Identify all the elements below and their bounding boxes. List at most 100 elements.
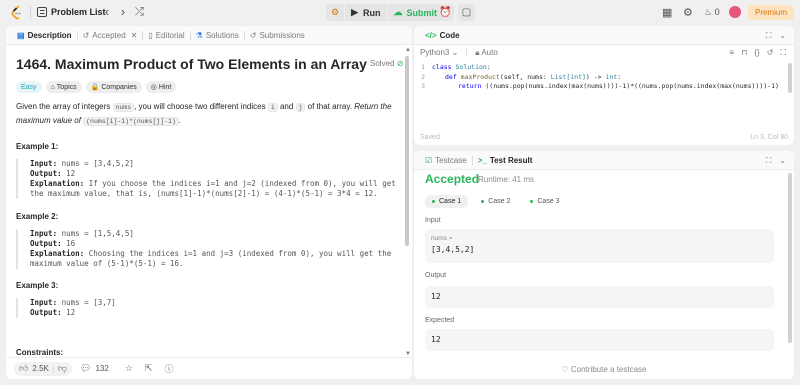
explanation-label: Explanation:	[30, 249, 85, 258]
code-editor[interactable]: 1 class Solution: 2 def maxProduct(self, n…	[414, 63, 786, 92]
problem-chips: Easy ⌂ Topics 🔒 Companies ◎ Hint	[16, 81, 177, 93]
history-icon: ↺	[82, 30, 90, 40]
submit-label: Submit	[406, 7, 438, 18]
document-icon: ▤	[17, 30, 25, 40]
tab-description[interactable]: ▤ Description	[12, 31, 77, 40]
variable-name: nums =	[431, 235, 453, 242]
format-icon[interactable]: ≡	[729, 48, 734, 58]
reset-icon[interactable]: ↺	[767, 48, 774, 58]
language-select[interactable]: Python3 ⌄	[420, 48, 458, 57]
solved-status: Solved ⊘	[370, 59, 403, 68]
scrollbar-thumb[interactable]	[788, 63, 792, 93]
tab-solutions[interactable]: ⚗ Solutions	[191, 31, 244, 40]
example-block: Input: nums = [3,4,5,2] Output: 12 Expla…	[16, 159, 396, 199]
code-function: maxProduct	[460, 72, 500, 81]
tab-editorial[interactable]: ▯ Editorial	[143, 31, 189, 40]
result-tabs: ☑ Testcase >_ Test Result ⛶ ⌄	[414, 151, 794, 170]
code-keyword: return	[458, 82, 482, 90]
chip-label: Topics	[56, 83, 77, 91]
lock-icon: 🔒︎	[475, 47, 480, 57]
difficulty-badge: Easy	[16, 81, 42, 93]
like-group: 👍︎ 2.5K 👎︎	[14, 361, 73, 376]
share-icon[interactable]: ⇱	[145, 363, 153, 374]
tab-testcase[interactable]: ☑ Testcase	[420, 156, 472, 165]
tab-label: Solutions	[205, 30, 239, 40]
problem-description: Given the array of integers nums, you wi…	[16, 100, 396, 128]
scrollbar-thumb[interactable]	[788, 173, 792, 343]
output-label: Output:	[30, 308, 62, 317]
list-icon[interactable]	[37, 7, 47, 17]
braces-icon[interactable]: {}	[754, 48, 759, 58]
bookmark-icon[interactable]: ⊓	[741, 48, 747, 58]
contribute-testcase-link[interactable]: ♡ Contribute a testcase	[414, 365, 794, 374]
debug-bug-icon[interactable]: ⚙	[326, 4, 345, 21]
auto-label: Auto	[481, 47, 498, 57]
contribute-label: Contribute a testcase	[570, 365, 647, 374]
premium-button[interactable]: Premium	[748, 5, 794, 20]
result-panel-actions: ⛶ ⌄	[766, 156, 786, 166]
case-tabs: Case 1 Case 2 Case 3	[425, 195, 567, 208]
tab-test-result[interactable]: >_ Test Result	[473, 156, 538, 165]
tab-submissions[interactable]: ↺ Submissions	[245, 31, 310, 40]
layout-grid-icon[interactable]: ▦	[662, 6, 672, 19]
leetcode-logo-icon[interactable]	[10, 5, 24, 20]
top-bar: Problem List ‹ › ⤮ ⚙ ▶ Run ☁ Submit ⏰ ▢ …	[0, 0, 800, 25]
fullscreen-icon[interactable]: ⛶	[780, 48, 786, 58]
hint-chip[interactable]: ◎ Hint	[145, 81, 177, 93]
code-text: ((nums.pop(nums.index(max(nums))))-1)*((…	[481, 82, 779, 90]
prev-problem-icon[interactable]: ‹	[101, 5, 113, 19]
tab-accepted[interactable]: ↺ Accepted ✕	[78, 31, 143, 40]
output-value: 12	[425, 286, 774, 308]
scrollbar-thumb[interactable]	[405, 56, 409, 246]
scroll-up-icon[interactable]: ▲	[405, 47, 411, 53]
help-icon[interactable]: ⓘ	[164, 362, 173, 375]
code-keyword: class	[432, 63, 452, 71]
case-tab-3[interactable]: Case 3	[523, 195, 566, 208]
left-tabs: ▤ Description ↺ Accepted ✕ ▯ Editorial ⚗…	[6, 26, 412, 45]
input-label: Input:	[30, 229, 58, 238]
topics-chip[interactable]: ⌂ Topics	[45, 81, 82, 93]
editor-toolbar: Python3 ⌄ 🔒︎ Auto ≡ ⊓ {} ↺ ⛶	[414, 45, 794, 60]
input-label: Input	[425, 217, 441, 224]
output-label: Output	[425, 272, 447, 279]
editor-actions: ≡ ⊓ {} ↺ ⛶	[729, 48, 786, 58]
input-box: nums = [3,4,5,2]	[425, 229, 774, 263]
alarm-clock-icon[interactable]: ⏰	[437, 4, 454, 21]
close-icon[interactable]: ✕	[131, 31, 138, 40]
output-label: Output:	[30, 239, 62, 248]
input-value: [3,4,5,2]	[431, 245, 475, 254]
star-icon[interactable]: ☆	[125, 363, 133, 374]
companies-chip[interactable]: 🔒 Companies	[85, 81, 142, 93]
code-type: List[int]	[550, 72, 586, 81]
notes-icon[interactable]: ▢	[458, 4, 475, 21]
thumbs-down-icon[interactable]: 👎︎	[58, 363, 67, 374]
runtime-value: Runtime: 41 ms	[478, 175, 535, 184]
tab-code[interactable]: </> Code	[420, 31, 465, 40]
auto-toggle[interactable]: 🔒︎ Auto	[475, 48, 498, 58]
gear-icon[interactable]: ⚙	[683, 6, 693, 19]
avatar[interactable]	[729, 6, 741, 18]
case-tab-2[interactable]: Case 2	[474, 195, 517, 208]
problem-list-link[interactable]: Problem List	[51, 7, 106, 17]
desc-text: , you will choose two different indices	[134, 102, 268, 111]
shuffle-icon[interactable]: ⤮	[135, 6, 144, 19]
checkbox-icon: ☑	[425, 155, 433, 165]
collapse-icon[interactable]: ⌄	[779, 156, 786, 166]
problem-title[interactable]: 1464. Maximum Product of Two Elements in…	[16, 56, 367, 72]
submit-button[interactable]: ☁ Submit	[387, 4, 443, 21]
collapse-icon[interactable]: ⌄	[779, 31, 786, 41]
expand-icon[interactable]: ⛶	[766, 156, 772, 166]
case-tab-1[interactable]: Case 1	[425, 195, 469, 208]
run-button[interactable]: ▶ Run	[345, 4, 387, 21]
comment-icon[interactable]: 💬︎	[80, 363, 91, 374]
flame-icon: ♨	[704, 7, 713, 17]
input-label: Input:	[30, 159, 58, 168]
case-label: Case 3	[537, 198, 560, 205]
next-problem-icon[interactable]: ›	[117, 5, 129, 19]
lightbulb-icon: ◎	[150, 84, 157, 91]
streak-counter[interactable]: ♨ 0	[704, 7, 720, 18]
inline-code: (nums[i]-1)*(nums[j]-1)	[83, 117, 179, 126]
expand-icon[interactable]: ⛶	[766, 31, 772, 41]
tab-label: Description	[27, 30, 72, 40]
thumbs-up-icon[interactable]: 👍︎	[19, 363, 28, 374]
